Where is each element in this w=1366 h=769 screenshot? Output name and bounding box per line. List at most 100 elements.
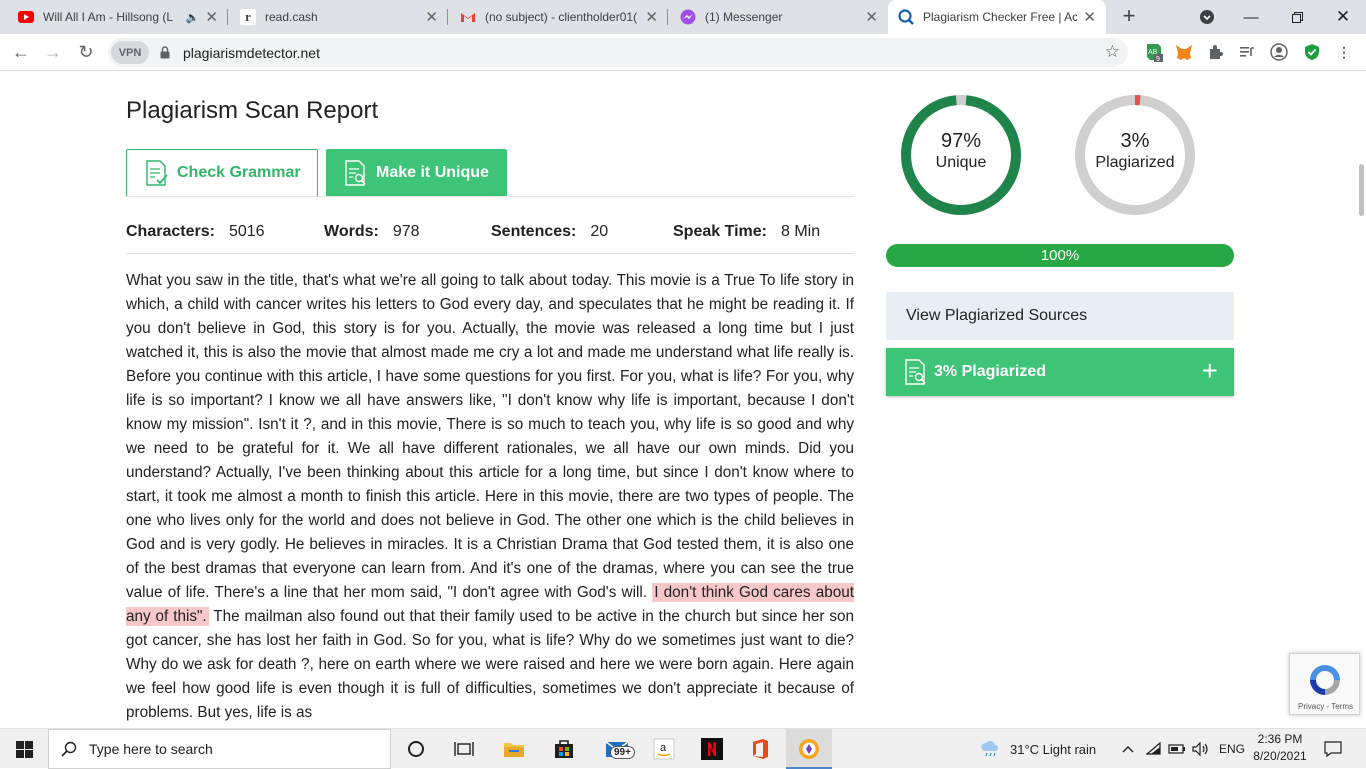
taskbar-clock[interactable]: 2:36 PM 8/20/2021 bbox=[1248, 731, 1312, 765]
tab-title: read.cash bbox=[265, 10, 318, 24]
store-icon[interactable] bbox=[546, 729, 582, 769]
address-bar[interactable]: VPN plagiarismdetector.net ☆ bbox=[108, 38, 1128, 67]
divider bbox=[126, 196, 854, 197]
language-indicator[interactable]: ENG bbox=[1219, 729, 1245, 769]
tray-overflow-icon[interactable] bbox=[1122, 729, 1134, 769]
tab-strip: Will All I Am - Hillsong (L 🔈 ✕ r read.c… bbox=[0, 0, 1366, 34]
youtube-icon bbox=[18, 9, 34, 25]
search-placeholder: Type here to search bbox=[89, 741, 213, 757]
lock-icon[interactable] bbox=[160, 46, 170, 59]
netflix-icon[interactable] bbox=[694, 729, 730, 769]
metamask-extension-icon[interactable] bbox=[1173, 41, 1195, 63]
tab-messenger[interactable]: (1) Messenger ✕ bbox=[670, 0, 888, 34]
tab-title: Plagiarism Checker Free | Acc bbox=[923, 10, 1078, 24]
weather-text: 31°C Light rain bbox=[1010, 741, 1097, 757]
tab-plagiarism-checker[interactable]: Plagiarism Checker Free | Acc ✕ bbox=[888, 0, 1106, 34]
tab-gmail[interactable]: (no subject) - clientholder01( ✕ bbox=[450, 0, 668, 34]
check-grammar-label: Check Grammar bbox=[177, 164, 301, 181]
stat-words: Words: 978 bbox=[324, 223, 420, 240]
document-search-icon bbox=[345, 160, 366, 186]
scanned-text: What you saw in the title, that's what w… bbox=[126, 269, 854, 725]
close-tab-icon[interactable]: ✕ bbox=[1083, 8, 1096, 26]
profile-avatar-icon[interactable] bbox=[1268, 41, 1290, 63]
extensions-puzzle-icon[interactable] bbox=[1205, 41, 1227, 63]
unique-percent: 97% bbox=[940, 130, 982, 152]
view-plagiarized-sources-button[interactable]: View Plagiarized Sources bbox=[886, 292, 1234, 340]
plagiarized-sources-accordion[interactable]: 3% Plagiarized + bbox=[886, 348, 1234, 396]
stat-characters: Characters: 5016 bbox=[126, 223, 265, 240]
url-text[interactable]: plagiarismdetector.net bbox=[183, 45, 320, 61]
browser-toolbar: ← → ↻ VPN plagiarismdetector.net ☆ AB 9 ⋮ bbox=[0, 34, 1366, 71]
gmail-icon bbox=[460, 9, 476, 25]
close-tab-icon[interactable]: ✕ bbox=[645, 8, 658, 26]
recaptcha-icon bbox=[1310, 665, 1340, 695]
check-grammar-button[interactable]: Check Grammar bbox=[126, 149, 318, 197]
messenger-icon bbox=[680, 9, 696, 25]
close-tab-icon[interactable]: ✕ bbox=[205, 8, 218, 26]
office-icon[interactable] bbox=[742, 729, 778, 769]
back-icon[interactable]: ← bbox=[8, 39, 34, 65]
svg-text:9: 9 bbox=[1156, 56, 1160, 62]
forward-icon[interactable]: → bbox=[40, 39, 66, 65]
document-check-icon bbox=[146, 160, 168, 186]
taskbar-search-input[interactable]: Type here to search bbox=[48, 729, 391, 769]
minimize-icon[interactable]: — bbox=[1228, 0, 1274, 34]
volume-icon[interactable] bbox=[1192, 729, 1210, 769]
close-tab-icon[interactable]: ✕ bbox=[425, 8, 438, 26]
expand-plus-icon[interactable]: + bbox=[1202, 357, 1218, 385]
unique-label: Unique bbox=[935, 154, 987, 171]
stat-speak-time: Speak Time: 8 Min bbox=[673, 223, 821, 240]
scan-progress-bar: 100% bbox=[886, 244, 1234, 267]
search-icon bbox=[61, 741, 77, 757]
recaptcha-badge[interactable]: Privacy - Terms bbox=[1289, 653, 1360, 715]
bookmark-star-icon[interactable]: ☆ bbox=[1105, 42, 1120, 62]
plagiarized-percent: 3% bbox=[1120, 130, 1150, 152]
tab-readcash[interactable]: r read.cash ✕ bbox=[230, 0, 448, 34]
tab-title: Will All I Am - Hillsong (L bbox=[43, 10, 174, 24]
amazon-icon[interactable]: a bbox=[646, 729, 682, 769]
scrollbar-thumb[interactable] bbox=[1359, 164, 1364, 216]
windows-start-icon[interactable] bbox=[0, 729, 48, 769]
battery-icon[interactable] bbox=[1168, 729, 1186, 769]
media-queue-icon[interactable] bbox=[1236, 41, 1258, 63]
cortana-icon[interactable] bbox=[398, 729, 434, 769]
security-shield-icon[interactable] bbox=[1301, 41, 1323, 63]
wifi-icon[interactable] bbox=[1146, 729, 1162, 769]
recaptcha-links[interactable]: Privacy - Terms bbox=[1290, 702, 1361, 711]
close-window-icon[interactable]: ✕ bbox=[1320, 0, 1366, 34]
plagiarized-label: Plagiarized bbox=[1095, 154, 1175, 171]
taskbar: Type here to search 99+ a 31°C Light rai… bbox=[0, 728, 1366, 769]
plagiarism-icon bbox=[898, 9, 914, 25]
restore-icon[interactable] bbox=[1274, 0, 1320, 34]
document-search-icon bbox=[905, 359, 926, 385]
weather-widget[interactable]: 31°C Light rain bbox=[980, 729, 1096, 769]
make-it-unique-label: Make it Unique bbox=[376, 164, 489, 181]
tab-search-icon[interactable] bbox=[1184, 0, 1230, 34]
readcash-icon: r bbox=[240, 9, 256, 25]
divider bbox=[126, 253, 854, 254]
clock-date: 8/20/2021 bbox=[1253, 749, 1307, 763]
page-content: Plagiarism Scan Report Check Grammar Mak… bbox=[0, 72, 1366, 728]
reload-icon[interactable]: ↻ bbox=[73, 39, 99, 65]
clock-time: 2:36 PM bbox=[1257, 732, 1303, 746]
mail-badge: 99+ bbox=[610, 746, 635, 759]
weather-rain-icon bbox=[981, 741, 998, 757]
make-it-unique-button[interactable]: Make it Unique bbox=[326, 149, 507, 197]
browser-taskbar-icon[interactable] bbox=[786, 729, 832, 769]
notifications-icon[interactable] bbox=[1322, 729, 1344, 769]
close-tab-icon[interactable]: ✕ bbox=[865, 8, 878, 26]
tab-title: (1) Messenger bbox=[705, 10, 783, 24]
page-scrollbar[interactable] bbox=[1356, 72, 1366, 728]
text-segment: The mailman also found out that their fa… bbox=[126, 608, 854, 721]
adblock-extension-icon[interactable]: AB 9 bbox=[1143, 41, 1165, 63]
tab-youtube[interactable]: Will All I Am - Hillsong (L 🔈 ✕ bbox=[8, 0, 228, 34]
file-explorer-icon[interactable] bbox=[496, 729, 532, 769]
tab-title: (no subject) - clientholder01( bbox=[485, 10, 638, 24]
new-tab-button[interactable]: + bbox=[1117, 5, 1141, 29]
speaker-icon[interactable]: 🔈 bbox=[186, 11, 200, 24]
chrome-menu-icon[interactable]: ⋮ bbox=[1333, 41, 1355, 63]
mail-icon[interactable]: 99+ bbox=[596, 729, 640, 769]
task-view-icon[interactable] bbox=[446, 729, 482, 769]
text-segment: What you saw in the title, that's what w… bbox=[126, 272, 854, 601]
vpn-badge[interactable]: VPN bbox=[111, 41, 149, 64]
